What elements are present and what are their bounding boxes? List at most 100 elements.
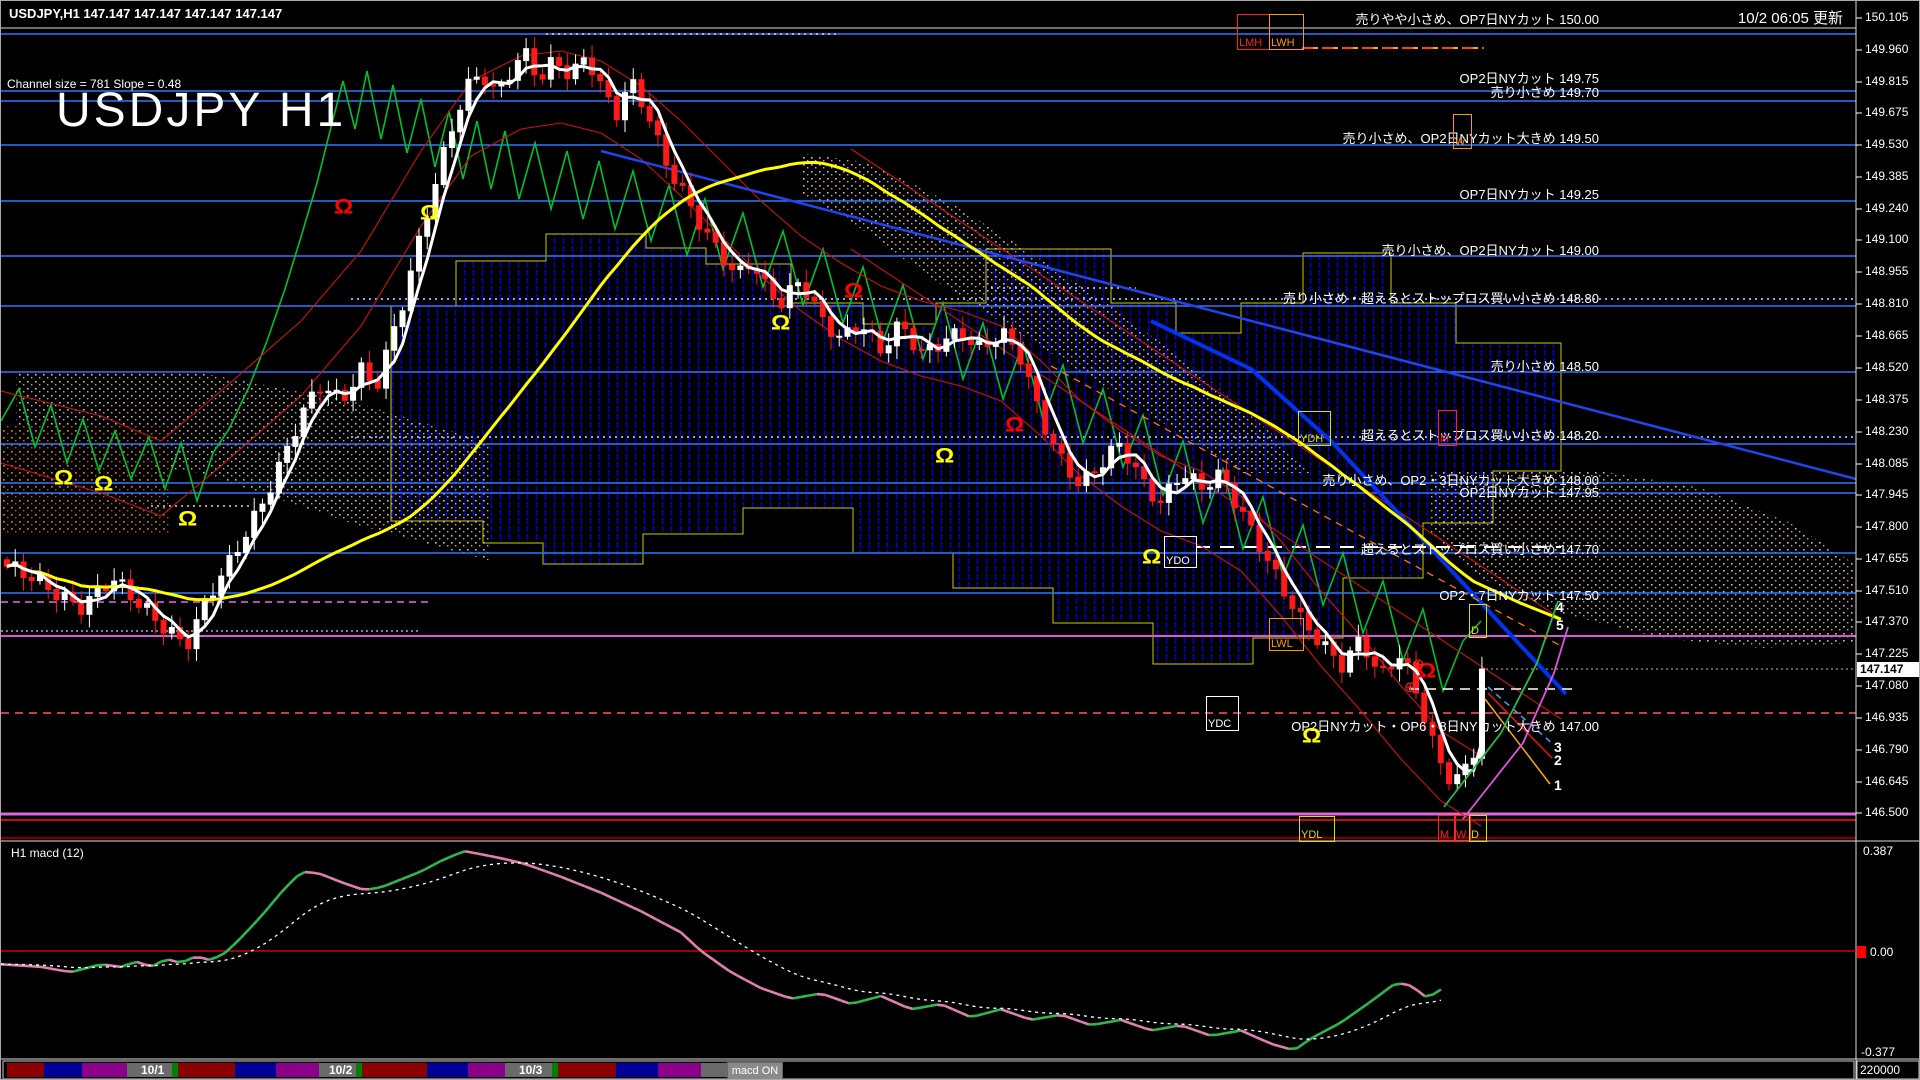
pivot-box-m: M	[1438, 410, 1457, 446]
wave-count-digit: 2	[1554, 752, 1562, 768]
pivot-box-label: YDL	[1300, 829, 1322, 841]
price-axis-label: 148.955	[1865, 264, 1908, 278]
pivot-box-label: W	[1454, 136, 1465, 148]
session-segment	[276, 1063, 319, 1077]
pivot-box-label: LWH	[1270, 37, 1295, 49]
pivot-box-ydc: YDC	[1206, 696, 1239, 731]
session-segment	[178, 1063, 235, 1077]
pivot-box-ydo: YDO	[1164, 536, 1197, 568]
pivot-box-label: YDC	[1207, 718, 1231, 730]
omega-signal-icon: Ω	[771, 315, 790, 331]
pivot-box-label: D	[1470, 625, 1479, 637]
omega-signal-icon: Ω	[1302, 728, 1321, 744]
price-axis-label: 146.790	[1865, 742, 1908, 756]
session-segment	[616, 1063, 658, 1077]
pivot-box-label: YDH	[1299, 433, 1323, 445]
mt4-chart-window: USDJPY,H1 147.147 147.147 147.147 147.14…	[0, 0, 1920, 1080]
price-chart-canvas[interactable]	[1, 1, 1920, 1080]
macd-axis-max: 0.387	[1863, 844, 1893, 858]
price-axis-label: 147.225	[1865, 646, 1908, 660]
op-level-annotation: 超えるとストップロス買い小さめ 148.20	[1361, 425, 1599, 444]
circled-cross-icon: ⊕	[1404, 682, 1417, 694]
price-axis-label: 148.230	[1865, 424, 1908, 438]
macd-toggle-button[interactable]: macd ON	[727, 1062, 783, 1080]
session-segment	[552, 1063, 558, 1077]
session-segment	[468, 1063, 505, 1077]
omega-signal-icon: Ω	[420, 205, 439, 221]
wave-count-digit: 1	[1554, 777, 1562, 793]
omega-signal-icon: Ω	[844, 283, 863, 299]
pivot-box-ydl: YDL	[1299, 816, 1335, 842]
op-level-annotation: OP2日NYカット・OP6・8日NYカット大きめ 147.00	[1291, 716, 1599, 735]
macd-axis-min: -0.377	[1861, 1045, 1895, 1059]
pivot-box-lwh: LWH	[1269, 14, 1304, 50]
pivot-box-w: W	[1453, 114, 1472, 149]
price-axis-label: 148.085	[1865, 456, 1908, 470]
price-axis-label: 147.655	[1865, 551, 1908, 565]
omega-signal-icon: Ω	[1005, 417, 1024, 433]
chart-watermark: USDJPY H1	[56, 83, 346, 138]
omega-signal-icon: Ω	[178, 511, 197, 527]
date-label: 10/2	[329, 1063, 352, 1077]
session-segment	[82, 1063, 127, 1077]
price-axis-label: 149.100	[1865, 232, 1908, 246]
price-axis-label: 147.800	[1865, 519, 1908, 533]
session-segment	[558, 1063, 616, 1077]
op-level-annotation: 売り小さめ 148.50	[1491, 356, 1599, 375]
session-segment	[172, 1063, 178, 1077]
wave-count-digit: 4	[1556, 599, 1564, 615]
price-axis-label: 148.810	[1865, 296, 1908, 310]
op-level-annotation: 超えるとストップロス買い小さめ 147.70	[1361, 539, 1599, 558]
price-axis-label: 147.510	[1865, 583, 1908, 597]
wave-count-digit: 5	[1556, 617, 1564, 633]
price-axis-label: 146.645	[1865, 774, 1908, 788]
price-axis-label: 149.960	[1865, 42, 1908, 56]
pivot-box-ydh: YDH	[1298, 411, 1331, 446]
pivot-box-label: LMH	[1238, 37, 1262, 49]
omega-signal-icon: Ω	[94, 476, 113, 492]
pivot-box-label: YDO	[1165, 555, 1190, 567]
op-level-annotation: 売りやや小さめ、OP7日NYカット 150.00	[1356, 9, 1599, 28]
session-segment	[658, 1063, 701, 1077]
symbol-title: USDJPY,H1 147.147 147.147 147.147 147.14…	[9, 6, 282, 21]
price-axis-label: 146.935	[1865, 710, 1908, 724]
macd-indicator-label: H1 macd (12)	[11, 846, 84, 860]
price-axis-label: 149.385	[1865, 169, 1908, 183]
op-level-annotation: 売り小さめ・超えるとストップロス買い小さめ 148.80	[1283, 288, 1599, 307]
pivot-box-label: M	[1439, 829, 1449, 841]
session-segment	[44, 1063, 82, 1077]
pivot-box-label: M	[1439, 433, 1449, 445]
macd-axis-zero: 0.00	[1870, 945, 1893, 959]
price-axis-label: 147.370	[1865, 614, 1908, 628]
session-segment	[362, 1063, 427, 1077]
session-segment	[356, 1063, 362, 1077]
price-axis-label: 146.500	[1865, 805, 1908, 819]
omega-signal-icon: Ω	[334, 199, 353, 215]
price-axis-label: 149.675	[1865, 105, 1908, 119]
price-axis-label: 149.530	[1865, 137, 1908, 151]
price-axis-label: 147.945	[1865, 487, 1908, 501]
circled-cross-icon: ⊕	[1412, 659, 1425, 671]
current-price-tag: 147.147	[1857, 662, 1920, 677]
pivot-box-d: D	[1469, 815, 1487, 842]
pivot-box-d: D	[1469, 604, 1487, 638]
omega-signal-icon: Ω	[54, 470, 73, 486]
omega-signal-icon: Ω	[935, 448, 954, 464]
pivot-box-lwl: LWL	[1269, 618, 1304, 651]
macd-zero-marker	[1857, 946, 1866, 958]
ichimoku-cloud-orange	[3, 426, 171, 533]
pivot-box-label: W	[1455, 829, 1466, 841]
op-level-annotation: OP7日NYカット 149.25	[1460, 184, 1599, 203]
op-level-annotation: 売り小さめ、OP2日NYカット 149.00	[1382, 240, 1599, 259]
date-label: 10/3	[519, 1063, 542, 1077]
pivot-box-label: LWL	[1270, 638, 1293, 650]
last-updated-timestamp: 10/2 06:05 更新	[1738, 7, 1843, 28]
price-axis-label: 150.105	[1865, 10, 1908, 24]
volume-scale-label: 220000	[1860, 1063, 1900, 1077]
session-segment	[235, 1063, 276, 1077]
price-axis-label: 148.665	[1865, 328, 1908, 342]
pivot-box-label: D	[1470, 829, 1479, 841]
pivot-box-lmh: LMH	[1237, 14, 1270, 50]
price-axis-label: 147.080	[1865, 678, 1908, 692]
omega-signal-icon: Ω	[1142, 549, 1161, 565]
